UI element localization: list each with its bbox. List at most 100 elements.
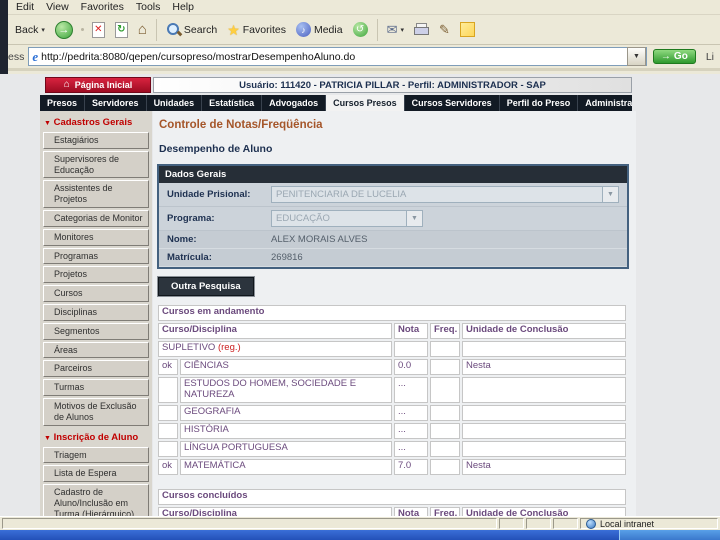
table-row: HISTÓRIA... (158, 422, 626, 439)
sidebar-item-monitores[interactable]: Monitores (43, 228, 149, 246)
sidebar-item-areas[interactable]: Áreas (43, 341, 149, 359)
edit-button[interactable]: ✎ (434, 21, 455, 38)
menu-tools[interactable]: Tools (132, 1, 169, 13)
sidebar-item-programas[interactable]: Programas (43, 247, 149, 265)
ok-link (158, 440, 178, 457)
address-input-box: e ▼ (28, 47, 647, 66)
tab-administracao-do-sistema[interactable]: Administração do Sistema (578, 95, 632, 111)
refresh-button[interactable]: ↻ (110, 20, 133, 40)
sidebar-item-categorias-de-monitor[interactable]: Categorias de Monitor (43, 209, 149, 227)
outra-pesquisa-button[interactable]: Outra Pesquisa (157, 276, 255, 297)
back-button[interactable]: Back ▾ (10, 22, 50, 38)
window-edge (0, 0, 8, 74)
freq-value (430, 404, 460, 421)
sidebar-item-supervisores-de-educacao[interactable]: Supervisores de Educação (43, 150, 149, 179)
sidebar-item-lista-de-espera[interactable]: Lista de Espera (43, 465, 149, 483)
field-label: Programa: (167, 213, 215, 224)
history-button[interactable]: ↺ (348, 20, 373, 39)
home-icon: ⌂ (137, 21, 147, 38)
sidebar-item-segmentos[interactable]: Segmentos (43, 322, 149, 340)
tab-cursos-presos[interactable]: Cursos Presos (326, 95, 405, 111)
mail-icon: ✉ (386, 22, 398, 37)
security-zone-pane: Local intranet (580, 518, 718, 529)
col-header-unidade: Unidade de Conclusão (462, 323, 626, 339)
main-content: Controle de Notas/Freqüência Desempenho … (153, 111, 636, 516)
home-button[interactable]: ⌂ (133, 20, 152, 39)
menu-view[interactable]: View (42, 1, 77, 13)
status-pane (553, 518, 578, 529)
tab-servidores[interactable]: Servidores (85, 95, 147, 111)
sidebar: ▼ Cadastros Gerais Estagiários Supervisore… (40, 111, 152, 516)
col-header-nota: Nota (394, 506, 428, 516)
sidebar-item-projetos[interactable]: Projetos (43, 266, 149, 284)
mail-button[interactable]: ✉ ▾ (382, 21, 409, 38)
globe-icon (586, 518, 596, 529)
ok-link (158, 377, 178, 403)
sidebar-section-cadastros-gerais[interactable]: ▼ Cadastros Gerais (40, 113, 152, 130)
col-header-curso-disciplina: Curso/Disciplina (158, 323, 392, 339)
sidebar-item-motivos-de-exclusao-de-alunos[interactable]: Motivos de Exclusão de Alunos (43, 397, 149, 426)
nota-value: ... (394, 404, 428, 421)
menu-edit[interactable]: Edit (12, 1, 42, 13)
status-bar: Local intranet (0, 516, 720, 530)
freq-value (430, 341, 460, 357)
freq-value (430, 377, 460, 403)
sidebar-item-estagiarios[interactable]: Estagiários (43, 132, 149, 149)
table-row: Curso/Disciplina Nota Freq. Unidade de Conc… (158, 323, 626, 339)
tab-presos[interactable]: Presos (40, 95, 86, 111)
forward-icon: → (54, 20, 73, 39)
nav-tabs: Presos Servidores Unidades Estatística Advog… (40, 95, 632, 111)
sidebar-item-cursos[interactable]: Cursos (43, 285, 149, 302)
address-dropdown-button[interactable]: ▼ (626, 47, 646, 66)
field-select-programa[interactable]: EDUCAÇÃO ▼ (271, 210, 423, 227)
subject-name: GEOGRAFIA (180, 404, 392, 421)
tab-cursos-servidores[interactable]: Cursos Servidores (405, 95, 500, 111)
field-value: 269816 (271, 252, 303, 263)
address-bar: ess e ▼ → Go Li (8, 45, 720, 71)
sidebar-item-turmas[interactable]: Turmas (43, 379, 149, 396)
sidebar-item-assistentes-de-projetos[interactable]: Assistentes de Projetos (43, 180, 149, 208)
printer-icon (413, 23, 429, 36)
forward-button[interactable]: → (50, 19, 78, 41)
menu-favorites[interactable]: Favorites (77, 1, 132, 13)
table-row: ok MATEMÁTICA 7.0 Nesta (158, 458, 626, 475)
subject-name: LÍNGUA PORTUGUESA (180, 440, 392, 457)
search-label: Search (183, 23, 218, 36)
favorites-button[interactable]: ★ Favorites (222, 21, 291, 39)
subject-name: HISTÓRIA (180, 422, 392, 439)
search-button[interactable]: Search (161, 20, 222, 39)
field-select-unidade-prisional[interactable]: PENITENCIARIA DE LUCELIA ▼ (271, 186, 619, 203)
menu-help[interactable]: Help (168, 1, 202, 13)
discuss-button[interactable] (455, 20, 480, 39)
ok-link[interactable]: ok (158, 458, 178, 475)
sidebar-section-inscricao-de-aluno[interactable]: ▼ Inscrição de Aluno (40, 428, 152, 445)
taskbar[interactable] (0, 530, 720, 540)
subject-name: ESTUDOS DO HOMEM, SOCIEDADE E NATUREZA (180, 377, 392, 403)
address-input[interactable] (41, 50, 627, 63)
tab-perfil-do-preso[interactable]: Perfil do Preso (500, 95, 579, 111)
sidebar-item-triagem[interactable]: Triagem (43, 446, 149, 464)
field-row-programa: Programa: EDUCAÇÃO ▼ (159, 207, 627, 231)
tab-estatistica[interactable]: Estatística (202, 95, 263, 111)
status-pane (526, 518, 551, 529)
pagina-inicial-button[interactable]: ⌂ Página Inicial (45, 77, 151, 93)
media-button[interactable]: ♪ Media (291, 20, 348, 39)
sidebar-item-disciplinas[interactable]: Disciplinas (43, 303, 149, 321)
stop-button[interactable]: ✕ (87, 20, 110, 40)
col-header-freq: Freq. (430, 506, 460, 516)
ok-link[interactable]: ok (158, 359, 178, 375)
chevron-down-icon: ▼ (602, 187, 618, 202)
field-row-matricula: Matrícula: 269816 (159, 249, 627, 267)
go-button[interactable]: → Go (652, 49, 696, 64)
field-row-nome: Nome: ALEX MORAIS ALVES (159, 231, 627, 249)
chevron-down-icon: ▾ (41, 26, 45, 34)
stop-icon: ✕ (91, 21, 105, 38)
tab-advogados[interactable]: Advogados (262, 95, 327, 111)
tab-unidades[interactable]: Unidades (147, 95, 203, 111)
toolbar-separator (155, 18, 157, 41)
zone-label: Local intranet (600, 518, 655, 529)
sidebar-item-cadastro-de-aluno-inclusao-em-turma-hierarquico[interactable]: Cadastro de Aluno/Inclusão em Turma (Hie… (43, 484, 149, 516)
table-row: LÍNGUA PORTUGUESA... (158, 440, 626, 457)
print-button[interactable] (409, 21, 434, 38)
sidebar-item-parceiros[interactable]: Parceiros (43, 360, 149, 378)
